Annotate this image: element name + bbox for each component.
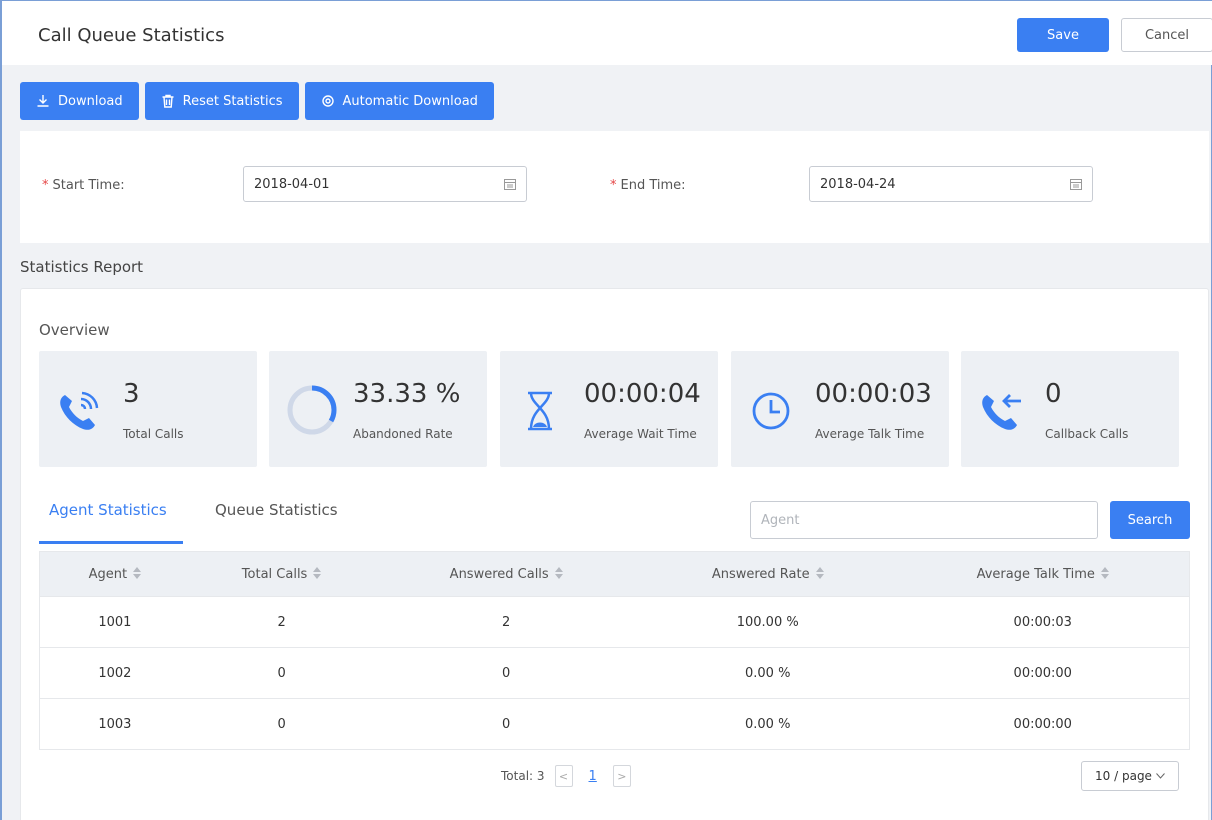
page-title: Call Queue Statistics [38, 25, 225, 46]
abandoned-rate-value: 33.33 % [353, 379, 461, 409]
abandoned-rate-label: Abandoned Rate [353, 427, 453, 441]
abandoned-rate-card: 33.33 % Abandoned Rate [269, 351, 487, 467]
start-time-picker[interactable]: 2018-04-01 [243, 166, 527, 202]
total-calls-label: Total Calls [123, 427, 184, 441]
pagination: Total: 3 < 1 > [501, 765, 631, 787]
reset-statistics-label: Reset Statistics [182, 93, 283, 109]
sort-icon [554, 566, 563, 579]
cell-answered-calls: 2 [502, 614, 511, 630]
start-time-value: 2018-04-01 [254, 176, 330, 192]
callback-calls-value: 0 [1045, 379, 1062, 409]
cell-average-talk-time: 00:00:03 [1013, 614, 1072, 630]
page-number-1[interactable]: 1 [583, 769, 603, 784]
cell-answered-calls: 0 [502, 665, 511, 681]
clock-icon [752, 392, 790, 430]
active-tab-indicator [39, 541, 183, 544]
start-time-label: * Start Time: [42, 178, 125, 193]
statistics-report-title: Statistics Report [20, 258, 144, 276]
chevron-down-icon [1156, 773, 1165, 779]
sort-icon [1100, 566, 1109, 579]
average-wait-time-value: 00:00:04 [584, 379, 701, 409]
next-page-button[interactable]: > [612, 765, 631, 787]
calendar-icon [1070, 179, 1082, 190]
table-header: Agent Total Calls Answered Calls Answere… [40, 552, 1189, 596]
page-header: Call Queue Statistics Save Cancel [2, 1, 1212, 65]
table-row: 1003 0 0 0.00 % 00:00:00 [40, 698, 1189, 749]
cell-agent: 1001 [98, 614, 132, 630]
cell-total-calls: 0 [277, 665, 286, 681]
search-button[interactable]: Search [1110, 501, 1190, 539]
callback-calls-label: Callback Calls [1045, 427, 1129, 441]
tab-agent-statistics[interactable]: Agent Statistics [49, 501, 167, 519]
automatic-download-label: Automatic Download [342, 93, 478, 109]
time-filter-panel: * Start Time: 2018-04-01 * End Time: 2018-… [20, 131, 1209, 243]
column-header-average-talk-time[interactable]: Average Talk Time [897, 566, 1189, 582]
cell-total-calls: 2 [277, 614, 286, 630]
average-talk-time-label: Average Talk Time [815, 427, 925, 441]
cell-total-calls: 0 [277, 716, 286, 732]
sort-icon [313, 566, 322, 579]
hourglass-icon [528, 391, 552, 431]
column-header-total-calls[interactable]: Total Calls [190, 566, 374, 582]
tab-queue-statistics[interactable]: Queue Statistics [215, 501, 338, 519]
save-button[interactable]: Save [1017, 18, 1109, 52]
download-button[interactable]: Download [20, 82, 139, 120]
progress-ring-icon [287, 385, 337, 435]
average-talk-time-value: 00:00:03 [815, 379, 932, 409]
cell-average-talk-time: 00:00:00 [1013, 665, 1072, 681]
callback-calls-card: 0 Callback Calls [961, 351, 1179, 467]
cell-answered-rate: 0.00 % [745, 665, 791, 681]
trash-icon [162, 94, 174, 108]
action-toolbar: Download Reset Statistics Automatic Down… [20, 82, 494, 120]
download-icon [37, 95, 49, 107]
cell-answered-calls: 0 [502, 716, 511, 732]
cell-agent: 1003 [98, 716, 132, 732]
end-time-label: * End Time: [610, 178, 686, 193]
pagination-total: Total: 3 [501, 769, 545, 783]
sort-icon [133, 566, 142, 579]
column-header-answered-calls[interactable]: Answered Calls [373, 566, 639, 582]
previous-page-button[interactable]: < [554, 765, 573, 787]
statistics-report-panel: Overview 3 Total Calls 33.33 % Abandoned… [20, 288, 1209, 820]
total-calls-card: 3 Total Calls [39, 351, 257, 467]
overview-title: Overview [39, 321, 110, 339]
average-wait-time-label: Average Wait Time [584, 427, 697, 441]
page-size-value: 10 / page [1095, 769, 1152, 783]
agent-search-input[interactable] [750, 501, 1098, 539]
automatic-download-button[interactable]: Automatic Download [304, 82, 494, 120]
app-frame: Call Queue Statistics Save Cancel Downlo… [0, 0, 1212, 820]
cell-average-talk-time: 00:00:00 [1013, 716, 1072, 732]
table-row: 1002 0 0 0.00 % 00:00:00 [40, 647, 1189, 698]
column-header-answered-rate[interactable]: Answered Rate [639, 566, 897, 582]
cell-answered-rate: 100.00 % [736, 614, 799, 630]
column-header-agent[interactable]: Agent [40, 566, 190, 582]
gear-icon [321, 95, 334, 107]
calendar-icon [504, 179, 516, 190]
average-talk-time-card: 00:00:03 Average Talk Time [731, 351, 949, 467]
table-row: 1001 2 2 100.00 % 00:00:03 [40, 596, 1189, 647]
phone-callback-icon [982, 394, 1021, 430]
end-time-picker[interactable]: 2018-04-24 [809, 166, 1093, 202]
average-wait-time-card: 00:00:04 Average Wait Time [500, 351, 718, 467]
cell-agent: 1002 [98, 665, 132, 681]
total-calls-value: 3 [123, 379, 140, 409]
cell-answered-rate: 0.00 % [745, 716, 791, 732]
page-size-select[interactable]: 10 / page [1081, 761, 1179, 791]
agent-statistics-table: Agent Total Calls Answered Calls Answere… [39, 551, 1190, 750]
end-time-value: 2018-04-24 [820, 176, 896, 192]
sort-icon [815, 566, 824, 579]
download-label: Download [58, 93, 123, 109]
cancel-button[interactable]: Cancel [1121, 18, 1212, 52]
reset-statistics-button[interactable]: Reset Statistics [144, 82, 299, 120]
phone-ringing-icon [60, 391, 99, 430]
